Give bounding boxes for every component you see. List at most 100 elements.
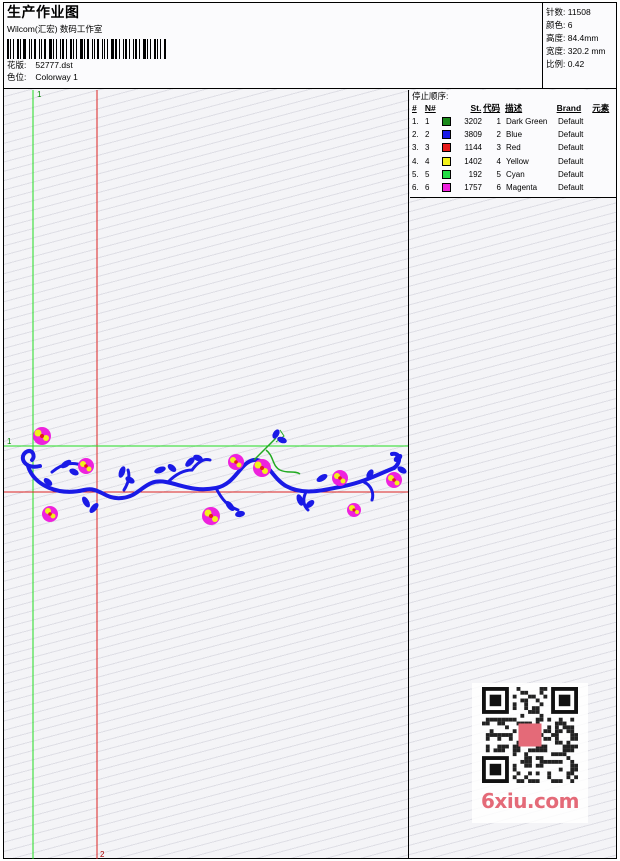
table-row[interactable]: 1. 1 3202 1 Dark Green Default [412,115,614,128]
barcode [7,39,537,59]
qr-module [547,775,552,780]
design-canvas[interactable]: 1 1 2 [4,90,409,859]
qr-module [554,729,559,734]
header-code: 代码 [483,103,501,113]
page-title: 生产作业图 [7,4,80,20]
qr-module [512,717,517,722]
qr-module [485,748,490,753]
row-code: 3 [496,143,501,153]
qr-module [497,733,502,737]
qr-module [535,698,540,703]
swatch-fill [442,169,451,179]
qr-module [570,733,575,737]
row-code: 6 [496,183,501,193]
barcode-bar [80,39,83,59]
qr-module [505,744,509,749]
row-stitches: 1757 [464,183,482,193]
qr-module [524,690,529,695]
qr-module [574,763,578,768]
qr-module [539,717,544,722]
qr-module [528,763,532,768]
qr-module [547,725,552,730]
table-row[interactable]: 5. 5 192 5 Cyan Default [412,168,614,181]
barcode-bar [7,39,9,59]
row-stitches: 3809 [464,130,482,140]
barcode-bar [157,39,158,59]
qr-module [493,748,498,753]
qr-module [535,748,540,753]
row-code: 1 [496,117,501,127]
qr-module [531,748,536,753]
row-code: 2 [496,130,501,140]
qr-module [535,779,540,783]
qr-module [497,736,502,741]
qr-module [501,721,506,726]
qr-module [493,717,498,722]
qr-module [547,759,552,764]
color-count: 颜色: 6 [546,20,573,30]
colorway-label: 色位: [7,72,27,82]
qr-module [520,759,525,764]
qr-module [539,759,544,764]
flower [228,454,244,470]
qr-module [524,775,529,780]
qr-module [562,721,567,726]
qr-module [554,721,559,726]
stitch-count: 针数: 11508 [546,7,591,17]
barcode-bar [104,39,105,59]
barcode-bar [87,39,89,59]
pattern-label: 花版: [7,60,27,70]
row-index: 3. [412,143,419,153]
stop-sequence-rows: 1. 1 3202 1 Dark Green Default 2. 2 3809 2 Blue Def… [412,115,614,194]
embroidery-preview: 1 1 2 [4,90,408,859]
qr-module [501,744,506,749]
qr-module [489,763,502,776]
qr-module [543,759,548,764]
guide-label-top: 1 [37,90,42,99]
row-description: Dark Green [506,117,548,127]
row-description: Blue [506,130,523,140]
barcode-bar [44,39,46,59]
qr-module [543,736,548,741]
swatch-fill [442,143,451,153]
qr-module [562,744,567,749]
qr-module [570,717,575,722]
barcode-bar [84,39,85,59]
header-index: # [412,103,417,113]
row-needle: 6 [425,183,430,193]
studio-name: Wilcom(汇宏) 数码工作室 [7,24,103,34]
color-swatch [442,130,458,140]
qr-module [489,717,494,722]
row-index: 2. [412,130,419,140]
design-height: 高度: 84.4mm [546,33,599,43]
qr-module [574,736,578,741]
barcode-bar [66,39,67,59]
production-sheet: 生产作业图 Wilcom(汇宏) 数码工作室 花版: 52777.dst 色位:… [3,2,617,859]
table-row[interactable]: 6. 6 1757 6 Magenta Default [412,181,614,194]
qr-module [512,775,517,780]
barcode-bar [133,39,134,59]
table-row[interactable]: 2. 2 3809 2 Blue Default [412,128,614,141]
qr-module [554,759,559,764]
table-row[interactable]: 4. 4 1402 4 Yellow Default [412,155,614,168]
qr-module [512,763,517,768]
qr-module [554,736,559,741]
barcode-bar [147,39,148,59]
stop-sequence-header: # N# St. 代码 描述 Brand 元素 [412,102,614,115]
barcode-bar [92,39,93,59]
barcode-bar [70,39,72,59]
qr-module [562,752,567,757]
qr-module [539,713,544,718]
guide-label-bottom: 2 [100,850,105,859]
guide-label-left: 1 [7,437,12,446]
sheet-header: 生产作业图 Wilcom(汇宏) 数码工作室 花版: 52777.dst 色位:… [4,3,616,89]
barcode-bar [29,39,30,59]
qr-module [524,756,529,760]
flower [33,427,51,445]
row-needle: 1 [425,117,430,127]
table-row[interactable]: 3. 3 1144 3 Red Default [412,141,614,154]
pattern-value: 52777.dst [35,60,73,70]
qr-module [543,744,548,749]
qr-module [531,706,536,711]
row-brand: Default [558,117,584,127]
